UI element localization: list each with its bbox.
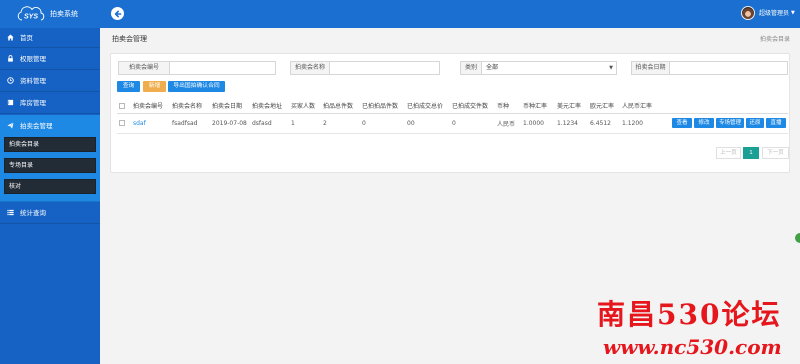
table-cell: fsadfsad: [172, 119, 198, 127]
table-cell: 2019-07-08: [212, 119, 247, 127]
auction-date-input[interactable]: [670, 61, 788, 75]
column-header: 币种: [497, 103, 510, 111]
row-select-cell: [117, 113, 131, 133]
next-page-button[interactable]: 下一页: [762, 147, 789, 159]
query-button[interactable]: 查询: [117, 81, 140, 92]
send-icon: [7, 122, 14, 129]
table-cell: 1.1200: [622, 119, 643, 127]
watermark-title: 南昌530论坛: [597, 298, 782, 331]
home-icon: [7, 34, 14, 41]
table-cell: sdaf: [131, 113, 170, 133]
prev-page-button[interactable]: 上一页: [716, 147, 741, 159]
table-row: sdaf fsadfsad 2019-07-08 dsfasd 1 2 0 00…: [117, 113, 788, 133]
page-number-button[interactable]: 1: [743, 147, 759, 159]
row-checkbox[interactable]: [119, 120, 125, 126]
sidebar: SYS 拍卖系统 首页 权限管理 资料管理 库房管理 拍卖会管理 拍卖会目录 专…: [0, 0, 100, 364]
sidebar-item-home[interactable]: 首页: [0, 28, 100, 48]
book-icon: [7, 99, 14, 106]
table-cell: 0: [362, 119, 366, 127]
table-cell: 0: [452, 119, 456, 127]
live-button[interactable]: 直播: [766, 118, 786, 128]
auction-no-link[interactable]: sdaf: [133, 120, 146, 127]
column-header: 已拍成交总价: [407, 103, 444, 111]
clock-icon: [7, 77, 14, 84]
column-header: 已拍拍品件数: [362, 103, 399, 111]
auction-no-input[interactable]: [170, 61, 276, 75]
content-panel: 拍卖会编号 拍卖会名称 类别 全部 ▼ 拍卖会日期 查询 新增 导出国拍确认合同…: [110, 53, 790, 173]
sidebar-item-label: 统计查询: [20, 209, 46, 217]
column-header: 美元汇率: [557, 103, 582, 111]
back-arrow-icon: [114, 10, 121, 17]
logo-text: SYS: [24, 14, 38, 21]
sidebar-item-label: 权限管理: [20, 55, 46, 63]
column-header: 拍品总件数: [323, 103, 354, 111]
submenu-item-auction-catalog[interactable]: 拍卖会目录: [4, 137, 96, 152]
category-selected-value: 全部: [486, 64, 499, 71]
logo-area: SYS 拍卖系统: [0, 0, 100, 28]
column-header: 拍卖会地址: [252, 103, 283, 111]
row-actions: 查看 修改 专场管理 还原 直播: [670, 113, 788, 133]
logo: SYS: [17, 6, 45, 21]
column-header: 币种汇率: [523, 103, 548, 111]
add-button[interactable]: 新增: [143, 81, 166, 92]
column-header: 人民币汇率: [622, 103, 653, 111]
table-cell: 1.0000: [523, 119, 544, 127]
table-cell: 6.4512: [590, 119, 611, 127]
app-title: 拍卖系统: [50, 10, 78, 18]
table-cell: 2: [323, 119, 327, 127]
view-button[interactable]: 查看: [672, 118, 692, 128]
edit-button[interactable]: 修改: [694, 118, 714, 128]
column-header: 欧元汇率: [590, 103, 615, 111]
column-header: 买家人数: [291, 103, 316, 111]
table-cell: 00: [407, 119, 415, 127]
category-label: 类别: [460, 61, 482, 75]
floating-widget-handle[interactable]: [795, 233, 800, 243]
auction-no-label: 拍卖会编号: [118, 61, 170, 75]
table-cell: dsfasd: [252, 119, 272, 127]
auction-name-label: 拍卖会名称: [290, 61, 330, 75]
session-manage-button[interactable]: 专场管理: [716, 118, 744, 128]
sidebar-item-label: 库房管理: [20, 99, 46, 107]
table-cell: 人民币: [497, 120, 516, 128]
back-button[interactable]: [111, 7, 124, 20]
breadcrumb-current[interactable]: 拍卖会目录: [760, 36, 790, 43]
lock-icon: [7, 55, 14, 62]
sidebar-item-label: 首页: [20, 34, 33, 42]
select-all-cell: [117, 99, 131, 113]
chevron-down-icon: ▼: [609, 65, 613, 71]
category-select[interactable]: 全部 ▼: [482, 61, 617, 75]
column-header: 拍卖会名称: [172, 103, 203, 111]
auction-table: 拍卖会编号 拍卖会名称 拍卖会日期 拍卖会地址 买家人数 拍品总件数 已拍拍品件…: [117, 99, 788, 134]
column-header: 拍卖会日期: [212, 103, 243, 111]
column-header: 拍卖会编号: [133, 103, 164, 111]
sidebar-item-statistics[interactable]: 统计查询: [0, 202, 100, 224]
sidebar-item-label: 资料管理: [20, 77, 46, 85]
user-name[interactable]: 超级管理员: [759, 10, 789, 17]
top-navbar: 超级管理员 ▼: [0, 0, 800, 28]
sidebar-item-label: 拍卖会管理: [20, 122, 53, 130]
restore-button[interactable]: 还原: [746, 118, 764, 128]
actions-column-header: [670, 99, 788, 113]
select-all-checkbox[interactable]: [119, 102, 125, 109]
submenu-item-session-catalog[interactable]: 专场目录: [4, 158, 96, 173]
sidebar-item-permissions[interactable]: 权限管理: [0, 48, 100, 70]
auction-date-label: 拍卖会日期: [631, 61, 670, 75]
export-contract-button[interactable]: 导出国拍确认合同: [168, 81, 225, 92]
watermark-url: www.nc530.com: [603, 335, 782, 359]
caret-down-icon[interactable]: ▼: [791, 10, 795, 17]
sidebar-item-auction[interactable]: 拍卖会管理 拍卖会目录 专场目录 核对: [0, 115, 100, 202]
table-cell: 1.1234: [557, 119, 578, 127]
sidebar-item-warehouse[interactable]: 库房管理: [0, 92, 100, 114]
submenu-item-check[interactable]: 核对: [4, 179, 96, 194]
table-header-row: 拍卖会编号 拍卖会名称 拍卖会日期 拍卖会地址 买家人数 拍品总件数 已拍拍品件…: [117, 99, 788, 113]
list-icon: [7, 209, 14, 216]
auction-name-input[interactable]: [330, 61, 440, 75]
column-header: 已拍成交件数: [452, 103, 489, 111]
avatar[interactable]: [741, 6, 755, 20]
sidebar-item-data[interactable]: 资料管理: [0, 70, 100, 92]
page-title: 拍卖会管理: [112, 35, 147, 43]
table-cell: 1: [291, 119, 295, 127]
